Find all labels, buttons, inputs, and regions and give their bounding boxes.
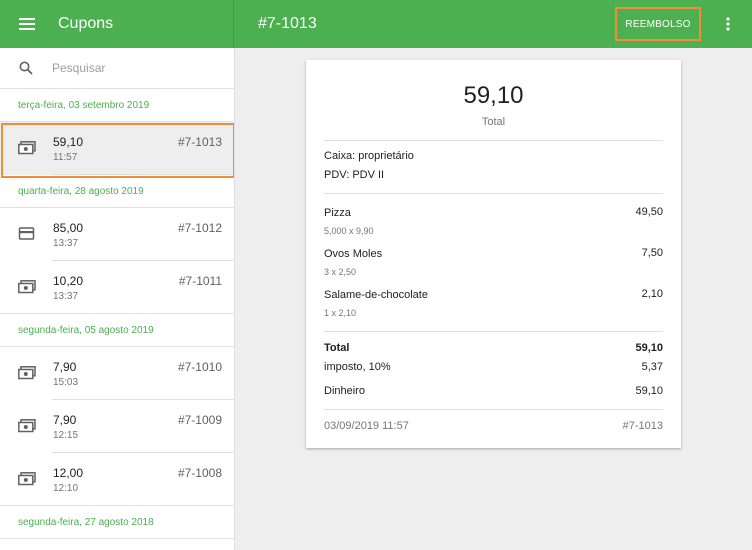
app-bar: Cupons #7-1013 REEMBOLSO bbox=[0, 0, 752, 48]
receipt-number: #7-1009 bbox=[177, 413, 222, 427]
divider bbox=[0, 313, 234, 314]
divider bbox=[324, 140, 663, 141]
menu-button[interactable] bbox=[0, 0, 54, 48]
receipt-time: 13:37 bbox=[53, 291, 79, 302]
receipt-item[interactable]: 7,90 12:15 #7-1009 bbox=[0, 400, 234, 453]
receipt-datetime: 03/09/2019 11:57 bbox=[324, 420, 409, 432]
tax-label: imposto, 10% bbox=[324, 361, 391, 373]
receipt-number: #7-1012 bbox=[177, 221, 222, 235]
receipt-amount: 85,00 bbox=[53, 221, 84, 235]
receipt-amount: 7,90 bbox=[53, 413, 77, 427]
receipt-amount: 7,90 bbox=[53, 360, 77, 374]
receipt-item[interactable]: 12,00 12:10 #7-1008 bbox=[0, 453, 234, 506]
total-row-label: Total bbox=[324, 342, 350, 354]
more-vert-icon bbox=[726, 17, 730, 31]
receipt-time: 11:57 bbox=[53, 152, 78, 163]
receipt-title: #7-1013 bbox=[258, 15, 317, 32]
receipt-total: 59,10 bbox=[463, 82, 524, 109]
divider bbox=[324, 331, 663, 332]
date-header: segunda-feira, 27 agosto 2018 bbox=[0, 506, 234, 539]
pos-label: PDV: PDV II bbox=[324, 169, 385, 181]
search-icon[interactable] bbox=[0, 61, 52, 75]
receipt-card: 59,10 Total Caixa: proprietário PDV: PDV… bbox=[306, 60, 681, 448]
divider bbox=[324, 193, 663, 194]
date-header: terça-feira, 03 setembro 2019 bbox=[0, 89, 234, 122]
line-item-name: Salame-de-chocolate bbox=[324, 289, 428, 301]
receipt-number: #7-1013 bbox=[177, 135, 222, 149]
date-header: segunda-feira, 05 agosto 2019 bbox=[0, 314, 234, 347]
line-item-amount: 2,10 bbox=[641, 288, 663, 300]
line-item-amount: 49,50 bbox=[635, 206, 663, 218]
divider bbox=[324, 409, 663, 410]
cash-icon bbox=[18, 419, 36, 433]
line-item-detail: 5,000 x 9,90 bbox=[324, 226, 374, 236]
hamburger-icon bbox=[19, 18, 35, 30]
total-row-value: 59,10 bbox=[635, 342, 663, 354]
line-item-name: Pizza bbox=[324, 207, 351, 219]
receipt-total-label: Total bbox=[481, 116, 506, 128]
receipt-item[interactable]: 85,00 13:37 #7-1012 bbox=[0, 208, 234, 261]
payment-value: 59,10 bbox=[635, 385, 663, 397]
receipt-time: 13:37 bbox=[53, 238, 79, 249]
divider bbox=[52, 174, 234, 175]
receipt-number: #7-1011 bbox=[178, 274, 222, 288]
app-bar-left: Cupons bbox=[0, 0, 234, 48]
cashier-label: Caixa: proprietário bbox=[324, 150, 414, 162]
card-icon bbox=[18, 227, 35, 240]
app-bar-right: #7-1013 REEMBOLSO bbox=[234, 0, 752, 48]
receipts-sidebar: terça-feira, 03 setembro 2019 59,10 11:5… bbox=[0, 48, 235, 550]
cash-icon bbox=[18, 366, 36, 380]
search-bar bbox=[0, 48, 234, 89]
receipt-time: 12:15 bbox=[53, 430, 79, 441]
line-item-amount: 7,50 bbox=[641, 247, 663, 259]
receipt-item[interactable]: 10,20 13:37 #7-1011 bbox=[0, 261, 234, 314]
receipt-amount: 12,00 bbox=[53, 466, 84, 480]
receipt-time: 12:10 bbox=[53, 483, 79, 494]
refund-button[interactable]: REEMBOLSO bbox=[615, 7, 701, 41]
receipt-time: 15:03 bbox=[53, 377, 79, 388]
line-item-detail: 1 x 2,10 bbox=[324, 308, 357, 318]
receipt-amount: 59,10 bbox=[53, 135, 84, 149]
receipt-number: #7-1010 bbox=[177, 360, 222, 374]
receipt-item[interactable]: 59,10 11:57 #7-1013 bbox=[0, 122, 234, 175]
line-item-detail: 3 x 2,50 bbox=[324, 267, 357, 277]
cash-icon bbox=[18, 472, 36, 486]
receipt-amount: 10,20 bbox=[53, 274, 84, 288]
date-header: quarta-feira, 28 agosto 2019 bbox=[0, 175, 234, 208]
receipt-item[interactable]: 7,90 15:03 #7-1010 bbox=[0, 347, 234, 400]
payment-method-label: Dinheiro bbox=[324, 385, 365, 397]
divider bbox=[0, 505, 234, 506]
app-title: Cupons bbox=[58, 15, 114, 32]
cash-icon bbox=[18, 280, 36, 294]
line-item-name: Ovos Moles bbox=[324, 248, 383, 260]
search-input[interactable] bbox=[52, 61, 212, 75]
receipt-number: #7-1008 bbox=[177, 466, 222, 480]
cash-icon bbox=[18, 141, 36, 155]
receipt-number-footer: #7-1013 bbox=[622, 420, 663, 432]
more-options-button[interactable] bbox=[718, 14, 738, 34]
tax-value: 5,37 bbox=[641, 361, 663, 373]
